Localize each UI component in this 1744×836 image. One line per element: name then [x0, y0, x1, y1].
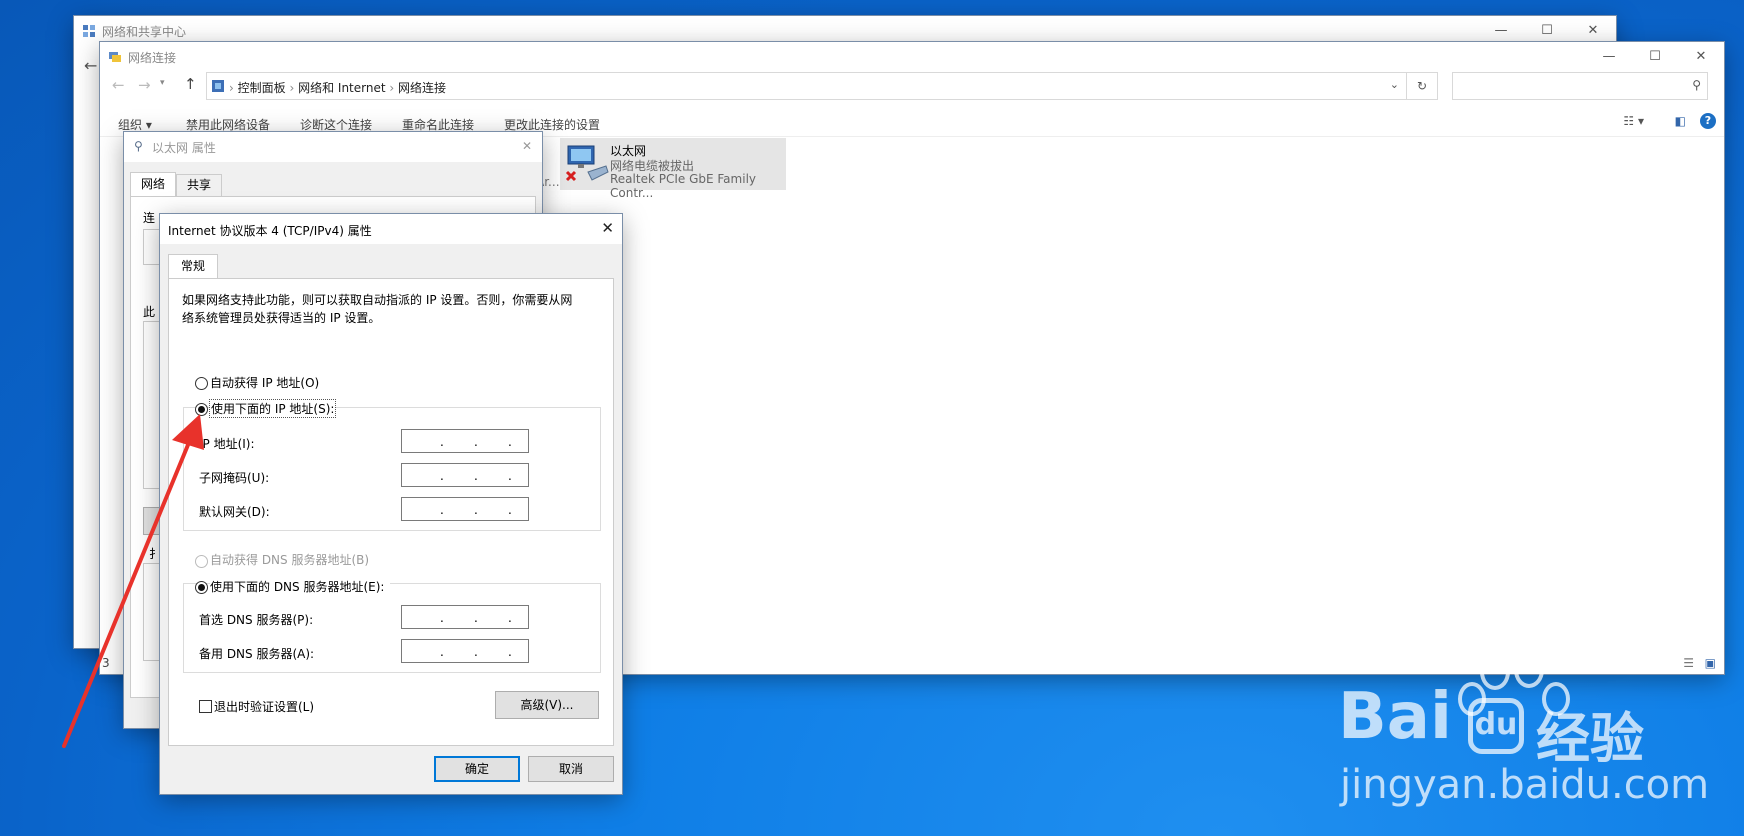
tab-sharing[interactable]: 共享	[176, 174, 222, 197]
connect-using-label: 连	[143, 211, 156, 225]
preferred-dns-label: 首选 DNS 服务器(P):	[199, 613, 314, 627]
default-gateway-label: 默认网关(D):	[199, 505, 270, 519]
organize-menu[interactable]: 组织 ▾	[118, 116, 152, 133]
tab-general[interactable]: 常规	[168, 254, 218, 279]
alternate-dns-field[interactable]: ...	[401, 639, 529, 663]
help-icon[interactable]: ?	[1700, 113, 1716, 129]
auto-ip-radio[interactable]	[195, 377, 208, 390]
subnet-mask-field[interactable]: ...	[401, 463, 529, 487]
breadcrumb-network-internet[interactable]: 网络和 Internet	[298, 81, 385, 95]
watermark-url: jingyan.baidu.com	[1340, 762, 1710, 808]
refresh-icon[interactable]: ↻	[1406, 73, 1437, 99]
manual-dns-label[interactable]: 使用下面的 DNS 服务器地址(E):	[210, 578, 391, 595]
address-bar[interactable]: › 控制面板 › 网络和 Internet › 网络连接 ⌄ ↻	[206, 72, 1438, 100]
back-arrow-icon[interactable]: ←	[84, 56, 97, 75]
preview-pane-icon[interactable]: ◧	[1675, 114, 1686, 128]
diagnose-command[interactable]: 诊断这个连接	[300, 116, 372, 133]
nav-up-icon[interactable]: ↑	[184, 75, 197, 93]
close-icon[interactable]: ✕	[522, 139, 532, 153]
validate-label[interactable]: 退出时验证设置(L)	[214, 698, 314, 715]
eth-titlebar[interactable]: ⚲ 以太网 属性 ✕	[124, 132, 542, 162]
close-button[interactable]: ✕	[1678, 42, 1724, 72]
network-connections-icon	[109, 52, 121, 62]
control-panel-icon	[212, 80, 224, 92]
tab-network[interactable]: 网络	[130, 172, 176, 197]
ethernet-properties-icon: ⚲	[134, 139, 143, 153]
ip-address-field[interactable]: ...	[401, 429, 529, 453]
breadcrumb-control-panel[interactable]: 控制面板	[238, 81, 286, 95]
auto-dns-radio[interactable]	[195, 555, 208, 568]
watermark-brand: Bai	[1338, 680, 1452, 754]
general-tab-panel: 如果网络支持此功能，则可以获取自动指派的 IP 设置。否则，你需要从网络系统管理…	[168, 278, 614, 746]
ok-button[interactable]: 确定	[434, 756, 520, 782]
components-label: 此	[143, 305, 156, 319]
ethernet-adapter-icon	[565, 145, 609, 182]
minimize-button[interactable]: —	[1586, 42, 1632, 72]
ipv4-properties-dialog: Internet 协议版本 4 (TCP/IPv4) 属性 ✕ 常规 如果网络支…	[160, 214, 622, 794]
cancel-button[interactable]: 取消	[528, 756, 614, 782]
eth-title: 以太网 属性	[152, 141, 216, 155]
nav-back-icon[interactable]: ←	[112, 76, 125, 94]
advanced-button[interactable]: 高级(V)...	[495, 691, 599, 719]
manual-ip-label[interactable]: 使用下面的 IP 地址(S):	[209, 399, 337, 418]
disable-device-command[interactable]: 禁用此网络设备	[186, 116, 270, 133]
adapter-device: Realtek PCIe GbE Family Contr...	[610, 172, 756, 200]
validate-checkbox[interactable]	[199, 700, 212, 713]
change-settings-command[interactable]: 更改此连接的设置	[504, 116, 600, 133]
nsc-title: 网络和共享中心	[102, 25, 187, 39]
subnet-mask-label: 子网掩码(U):	[199, 471, 270, 485]
nc-title: 网络连接	[128, 51, 177, 65]
baidu-watermark: Bai du 经验 jingyan.baidu.com	[1338, 652, 1709, 808]
recent-dropdown-icon[interactable]: ▾	[160, 78, 165, 88]
rename-command[interactable]: 重命名此连接	[402, 116, 474, 133]
nav-forward-icon[interactable]: →	[138, 76, 151, 94]
breadcrumb-network-connections[interactable]: 网络连接	[398, 81, 446, 95]
alternate-dns-label: 备用 DNS 服务器(A):	[199, 647, 315, 661]
maximize-button[interactable]: ☐	[1632, 42, 1678, 72]
ipv4-title: Internet 协议版本 4 (TCP/IPv4) 属性	[168, 224, 372, 238]
breadcrumb: › 控制面板 › 网络和 Internet › 网络连接	[229, 81, 447, 95]
preferred-dns-field[interactable]: ...	[401, 605, 529, 629]
ip-address-label: IP 地址(I):	[199, 437, 255, 451]
default-gateway-field[interactable]: ...	[401, 497, 529, 521]
search-input[interactable]: ⚲	[1452, 72, 1708, 100]
network-icon	[83, 25, 95, 37]
address-dropdown-icon[interactable]: ⌄	[1390, 78, 1399, 91]
auto-dns-label[interactable]: 自动获得 DNS 服务器地址(B)	[210, 551, 369, 568]
large-icons-view-icon[interactable]: ▣	[1705, 656, 1716, 670]
nc-titlebar[interactable]: 网络连接 — ☐ ✕	[100, 42, 1724, 72]
manual-ip-radio[interactable]	[195, 403, 208, 416]
close-icon[interactable]: ✕	[601, 219, 614, 237]
ipv4-titlebar[interactable]: Internet 协议版本 4 (TCP/IPv4) 属性 ✕	[160, 214, 622, 244]
view-options-icon[interactable]: ☷ ▾	[1623, 114, 1644, 128]
manual-dns-radio[interactable]	[195, 581, 208, 594]
item-count: 3	[102, 656, 110, 670]
search-icon: ⚲	[1692, 78, 1701, 92]
ethernet-adapter-item[interactable]: 以太网 网络电缆被拔出 Realtek PCIe GbE Family Cont…	[560, 138, 786, 200]
auto-ip-label[interactable]: 自动获得 IP 地址(O)	[210, 374, 319, 391]
ipv4-description: 如果网络支持此功能，则可以获取自动指派的 IP 设置。否则，你需要从网络系统管理…	[182, 293, 573, 325]
watermark-du-badge: du	[1468, 698, 1524, 754]
